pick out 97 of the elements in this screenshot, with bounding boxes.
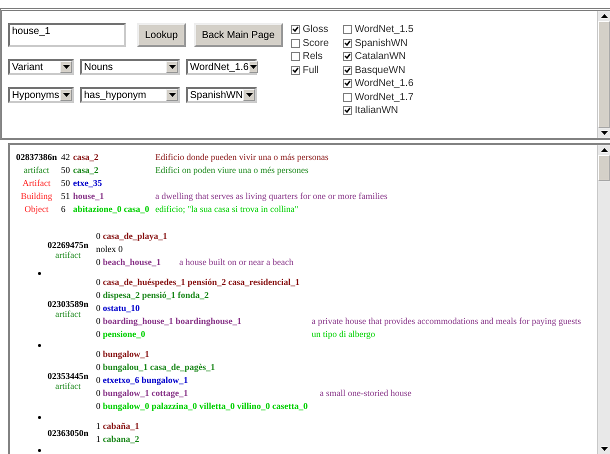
- gloss-text: a dwelling that serves as living quarters for one or more families: [155, 191, 388, 201]
- variant-words[interactable]: bungalow_1 cottage_1: [102, 388, 194, 398]
- caret-icon: [168, 93, 176, 97]
- wordnet-checkbox[interactable]: WordNet_1.6: [342, 77, 414, 90]
- action-button[interactable]: Lookup: [137, 23, 186, 47]
- dropdown[interactable]: SpanishWN: [186, 87, 257, 103]
- count: 0: [96, 375, 100, 385]
- count: 0: [96, 257, 100, 267]
- wordnet-checkbox[interactable]: CatalanWN: [342, 50, 414, 64]
- count: 50: [61, 164, 74, 177]
- variant-words[interactable]: ostatu_10: [102, 303, 146, 313]
- variant-words[interactable]: etxe_35: [73, 177, 156, 190]
- variant-words[interactable]: house_1: [73, 190, 156, 203]
- variant-words[interactable]: casa_2: [73, 164, 156, 177]
- variant-words[interactable]: bungalow_1: [102, 349, 156, 359]
- checkmark-icon: [292, 66, 299, 74]
- domain-label: artifact: [55, 250, 81, 260]
- count: 1: [96, 421, 100, 431]
- variant-words[interactable]: cabaña_1: [102, 421, 146, 431]
- nolex-text: nolex 0: [96, 244, 123, 254]
- wordnet-checkbox[interactable]: WordNet_1.5: [342, 23, 414, 36]
- gloss-text: a small one-storied house: [320, 388, 412, 398]
- caret-icon: [62, 93, 70, 97]
- count: 0: [96, 362, 100, 372]
- dropdown[interactable]: Hyponyms: [8, 87, 74, 103]
- dropdown[interactable]: WordNet_1.6: [186, 59, 257, 75]
- arrow-up-icon[interactable]: [600, 148, 608, 152]
- gloss-text: Edificio donde pueden vivir una o más personas: [155, 152, 328, 162]
- wordnet-checkbox[interactable]: ItalianWN: [342, 104, 414, 118]
- arrow-down-icon[interactable]: [600, 131, 608, 135]
- arrow-down-icon[interactable]: [600, 447, 608, 451]
- caret-icon: [62, 65, 70, 69]
- synset-id: 02303589n: [47, 298, 88, 308]
- variant-words[interactable]: bungalou_1 casa_de_pagès_1: [102, 362, 222, 372]
- checkmark-icon: [292, 26, 299, 34]
- gloss-text: a private house that provides accommodations and meals for paying guests: [312, 316, 582, 326]
- count: 0: [96, 388, 100, 398]
- variant-words[interactable]: casa_de_huéspedes_1 pensión_2 casa_residencial_1: [102, 277, 306, 287]
- synset-id: 02269475n: [47, 240, 88, 250]
- count: 0: [96, 290, 100, 300]
- scrollbar-thumb[interactable]: [598, 155, 610, 181]
- variant-words[interactable]: beach_house_1: [102, 257, 167, 267]
- caret-icon: [246, 93, 252, 97]
- search-field[interactable]: house_1: [8, 23, 126, 47]
- dropdown[interactable]: Variant: [8, 59, 74, 75]
- gloss-text: Edifici on poden viure una o més persones: [155, 165, 308, 175]
- option-checkbox[interactable]: Full: [290, 64, 329, 77]
- domain-label: Building: [20, 190, 54, 203]
- synset-id: 02363050n: [47, 428, 88, 438]
- synset-id: 02353445n: [47, 370, 88, 380]
- variant-words[interactable]: dispesa_2 pensió_1 fonda_2: [102, 290, 215, 300]
- count: 0: [96, 349, 100, 359]
- wordnet-checkbox[interactable]: SpanishWN: [342, 36, 414, 50]
- option-checkbox[interactable]: Rels: [290, 50, 329, 64]
- option-checkbox[interactable]: Score: [290, 36, 329, 50]
- gloss-text: a house built on or near a beach: [179, 257, 294, 267]
- count: 0: [96, 316, 100, 326]
- count: 42: [61, 151, 74, 164]
- caret-icon: [168, 65, 176, 69]
- variant-words[interactable]: casa_2: [73, 151, 156, 164]
- count: 0: [96, 401, 100, 411]
- count: 0: [96, 277, 100, 287]
- arrow-up-icon[interactable]: [600, 14, 608, 18]
- gloss-text: edificio; "la sua casa si trova in collina": [155, 204, 298, 214]
- domain-label: artifact: [55, 380, 81, 390]
- caret-icon: [250, 65, 257, 69]
- count: 50: [61, 177, 74, 190]
- bullet-icon: [38, 344, 41, 347]
- dropdown[interactable]: has_hyponym: [80, 87, 180, 103]
- bullet-icon: [38, 449, 41, 452]
- variant-words[interactable]: boarding_house_1 boardinghouse_1: [102, 316, 248, 326]
- wordnet-checkbox[interactable]: BasqueWN: [342, 64, 414, 77]
- scrollbar[interactable]: [597, 11, 610, 138]
- count: 0: [96, 303, 100, 313]
- count: 1: [96, 434, 100, 444]
- domain-label: Object: [16, 203, 62, 216]
- dropdown[interactable]: Nouns: [80, 59, 180, 75]
- checkmark-icon: [344, 107, 351, 114]
- bullet-icon: [38, 416, 41, 419]
- count: 0: [96, 329, 100, 339]
- bullet-icon: [38, 272, 41, 275]
- domain-label: artifact: [55, 308, 81, 318]
- scrollbar[interactable]: [597, 145, 610, 454]
- option-checkbox[interactable]: Gloss: [290, 23, 329, 36]
- scrollbar-thumb[interactable]: [598, 21, 610, 128]
- wordnet-checkbox[interactable]: WordNet_1.7: [342, 90, 414, 104]
- action-button[interactable]: Back Main Page: [194, 23, 283, 47]
- count: 51: [61, 190, 74, 203]
- variant-words[interactable]: casa_de_playa_1: [102, 231, 174, 241]
- gloss-text: un tipo di albergo: [312, 329, 376, 339]
- synset-id: 02837386n: [16, 151, 62, 164]
- count: 0: [96, 231, 100, 241]
- count: 6: [61, 203, 74, 216]
- domain-label: Artifact: [22, 177, 52, 190]
- variant-words[interactable]: etxetxo_6 bungalow_1: [102, 375, 194, 385]
- domain-label: artifact: [22, 164, 50, 177]
- variant-words[interactable]: cabana_2: [102, 434, 146, 444]
